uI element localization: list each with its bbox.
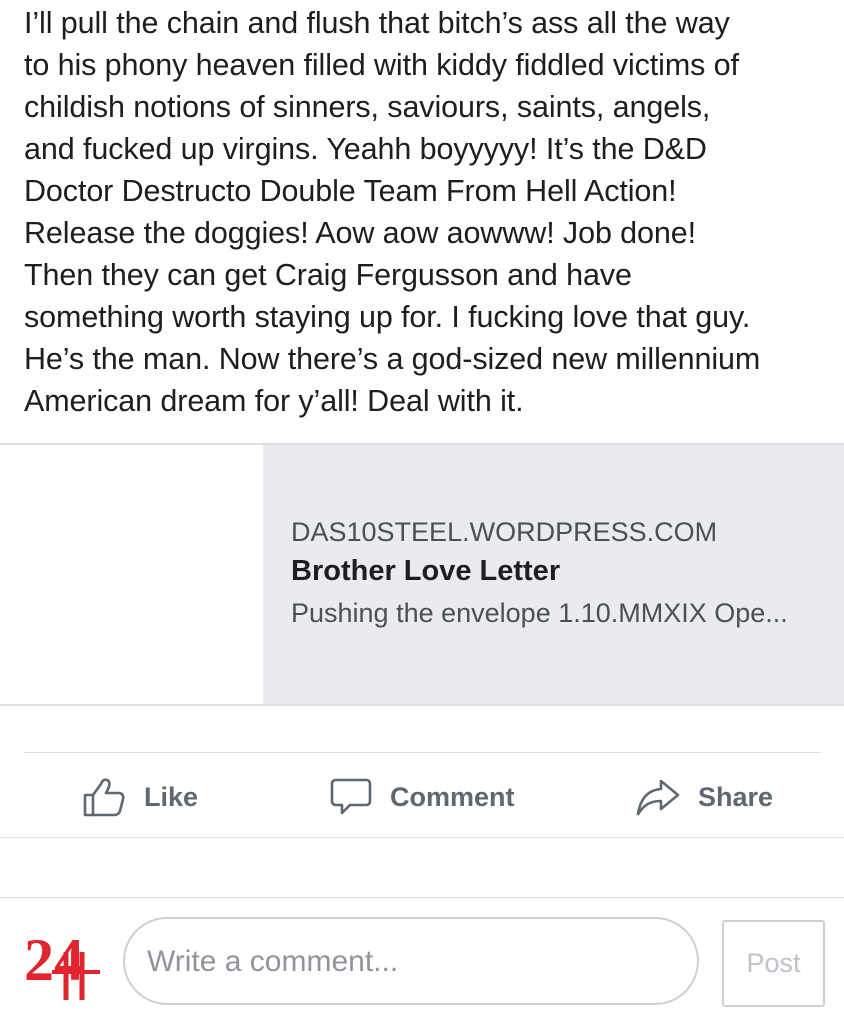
post-button[interactable]: Post — [722, 920, 825, 1007]
like-button[interactable]: Like — [82, 775, 198, 819]
action-bar: Like Comment Share — [0, 753, 844, 837]
comment-input-container[interactable] — [123, 917, 699, 1005]
divider — [0, 837, 844, 838]
link-title[interactable]: Brother Love Letter — [291, 555, 560, 588]
post-text-line: He’s the man. Now there’s a god-sized ne… — [24, 342, 761, 376]
avatar[interactable]: 24 — [22, 922, 102, 1002]
post-text-line: American dream for y’all! Deal with it. — [24, 384, 524, 418]
comment-input[interactable] — [145, 933, 669, 991]
avatar-text: 24 — [24, 927, 84, 993]
post-text-line: to his phony heaven filled with kiddy fi… — [24, 48, 739, 82]
share-arrow-icon — [636, 777, 680, 817]
post-text-line: Release the doggies! Aow aow aowww! Job … — [24, 216, 697, 250]
post-text-line: Then they can get Craig Fergusson and ha… — [24, 258, 632, 292]
share-label: Share — [698, 781, 774, 812]
post-message: I’ll pull the chain and flush that bitch… — [24, 2, 834, 422]
link-preview-card[interactable]: DAS10STEEL.WORDPRESS.COM Brother Love Le… — [0, 445, 844, 706]
comment-button[interactable]: Comment — [330, 775, 515, 819]
post-text-line: something worth staying up for. I fuckin… — [24, 300, 751, 334]
link-thumbnail[interactable] — [0, 445, 263, 704]
link-info-panel[interactable]: DAS10STEEL.WORDPRESS.COM Brother Love Le… — [263, 445, 844, 704]
post-text-line: childish notions of sinners, saviours, s… — [24, 90, 711, 124]
post-text-line: Doctor Destructo Double Team From Hell A… — [24, 174, 677, 208]
thumbs-up-icon — [82, 777, 126, 817]
post-text-line: and fucked up virgins. Yeahh boyyyyy! It… — [24, 132, 707, 166]
link-domain: DAS10STEEL.WORDPRESS.COM — [291, 517, 718, 547]
share-button[interactable]: Share — [636, 775, 773, 819]
post-text-line: I’ll pull the chain and flush that bitch… — [24, 6, 730, 40]
like-label: Like — [144, 781, 199, 812]
speech-bubble-icon — [330, 777, 372, 817]
divider — [0, 897, 844, 898]
comment-label: Comment — [390, 781, 515, 812]
link-description: Pushing the envelope 1.10.MMXIX Ope... — [291, 598, 788, 628]
